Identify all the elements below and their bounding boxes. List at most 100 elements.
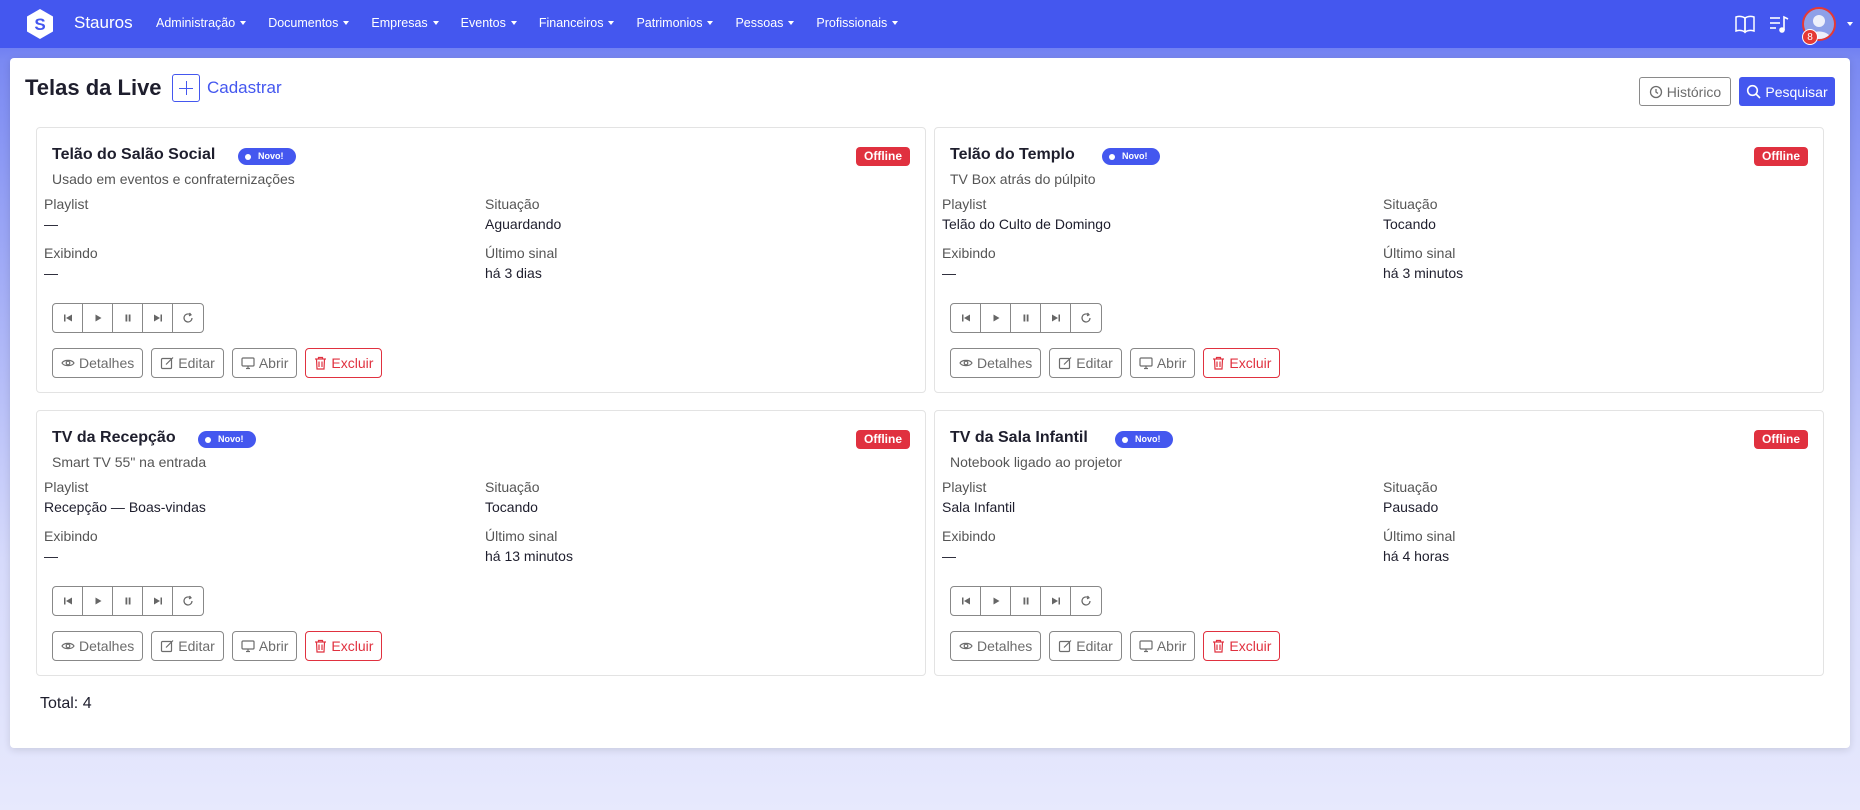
situacao-label: Situação	[485, 196, 540, 212]
situacao-label: Situação	[1383, 479, 1438, 495]
caret-down-icon	[432, 21, 439, 25]
screen-title: Telão do Templo	[950, 146, 1075, 163]
play-button[interactable]	[83, 587, 113, 615]
refresh-icon	[1081, 595, 1091, 606]
edit-button[interactable]: Editar	[151, 348, 224, 378]
refresh-button[interactable]	[173, 304, 203, 332]
delete-button[interactable]: Excluir	[1203, 348, 1281, 378]
monitor-icon	[241, 357, 255, 370]
details-button[interactable]: Detalhes	[950, 631, 1042, 661]
clock-icon	[1649, 85, 1662, 98]
refresh-button[interactable]	[1071, 587, 1101, 615]
open-button[interactable]: Abrir	[231, 631, 298, 661]
edit-icon	[1059, 640, 1072, 653]
history-button[interactable]: Histórico	[1639, 77, 1731, 106]
status-badge: Offline	[1754, 147, 1808, 166]
menu-label: Financeiros	[538, 16, 604, 30]
edit-label: Editar	[1076, 355, 1113, 371]
search-label: Pesquisar	[1765, 83, 1828, 100]
skip-forward-icon	[153, 314, 162, 322]
playlist-label: Playlist	[44, 479, 89, 495]
screen-description: TV Box atrás do púlpito	[950, 171, 1096, 187]
edit-icon	[1059, 357, 1072, 370]
edit-button[interactable]: Editar	[151, 631, 224, 661]
skip-forward-button[interactable]	[143, 587, 173, 615]
playlist-label: Playlist	[44, 196, 89, 212]
skip-back-button[interactable]	[53, 587, 83, 615]
refresh-icon	[183, 312, 193, 323]
pause-icon	[1023, 597, 1028, 605]
exibindo-value: —	[942, 265, 956, 281]
delete-button[interactable]: Excluir	[305, 348, 383, 378]
open-label: Abrir	[1156, 355, 1187, 371]
caret-down-icon	[707, 21, 714, 25]
edit-label: Editar	[1076, 638, 1113, 654]
user-avatar-button[interactable]: 8	[1802, 7, 1836, 45]
search-button[interactable]: Pesquisar	[1739, 77, 1835, 106]
refresh-button[interactable]	[173, 587, 203, 615]
monitor-icon	[241, 640, 255, 653]
open-button[interactable]: Abrir	[1129, 631, 1196, 661]
new-badge: Novo!	[238, 148, 296, 165]
skip-back-button[interactable]	[951, 587, 981, 615]
pause-button[interactable]	[113, 304, 143, 332]
exibindo-value: —	[942, 548, 956, 564]
pause-button[interactable]	[113, 587, 143, 615]
open-button[interactable]: Abrir	[231, 348, 298, 378]
menu-label: Empresas	[371, 16, 428, 30]
skip-forward-button[interactable]	[1041, 304, 1071, 332]
menu-administracao[interactable]: Administração	[156, 16, 247, 30]
details-button[interactable]: Detalhes	[52, 631, 144, 661]
skip-forward-button[interactable]	[1041, 587, 1071, 615]
skip-back-button[interactable]	[53, 304, 83, 332]
edit-button[interactable]: Editar	[1049, 348, 1122, 378]
brand-name[interactable]: Stauros	[74, 13, 133, 33]
menu-eventos[interactable]: Eventos	[461, 16, 517, 30]
menu-patrimonios[interactable]: Patrimonios	[636, 16, 714, 30]
delete-button[interactable]: Excluir	[305, 631, 383, 661]
pause-button[interactable]	[1011, 587, 1041, 615]
menu-pessoas[interactable]: Pessoas	[735, 16, 795, 30]
ultimo-sinal-label: Último sinal	[485, 245, 558, 261]
screen-description: Usado em eventos e confraternizações	[52, 171, 295, 187]
new-badge: Novo!	[198, 431, 256, 448]
new-badge: Novo!	[1102, 148, 1160, 165]
menu-label: Profissionais	[816, 16, 888, 30]
pause-button[interactable]	[1011, 304, 1041, 332]
skip-back-button[interactable]	[951, 304, 981, 332]
skip-forward-button[interactable]	[143, 304, 173, 332]
menu-empresas[interactable]: Empresas	[371, 16, 439, 30]
screen-description: Notebook ligado ao projetor	[950, 454, 1123, 470]
skip-back-icon	[961, 314, 970, 322]
refresh-button[interactable]	[1071, 304, 1101, 332]
delete-label: Excluir	[331, 355, 374, 371]
pause-icon	[125, 314, 130, 322]
book-icon[interactable]	[1734, 13, 1756, 35]
details-button[interactable]: Detalhes	[52, 348, 144, 378]
menu-documentos[interactable]: Documentos	[268, 16, 350, 30]
exibindo-label: Exibindo	[942, 245, 996, 261]
caret-down-icon	[343, 21, 350, 25]
play-button[interactable]	[981, 587, 1011, 615]
caret-down-icon[interactable]	[1847, 22, 1853, 26]
create-button[interactable]: Cadastrar	[172, 74, 282, 102]
edit-button[interactable]: Editar	[1049, 631, 1122, 661]
logo-icon[interactable]: S	[24, 8, 56, 40]
eye-icon	[61, 642, 75, 650]
card-actions: Detalhes Editar Abrir Excluir	[950, 631, 1288, 661]
trash-icon	[315, 356, 327, 370]
play-button[interactable]	[981, 304, 1011, 332]
new-badge: Novo!	[1115, 431, 1173, 448]
menu-financeiros[interactable]: Financeiros	[539, 16, 615, 30]
pause-icon	[125, 597, 130, 605]
open-button[interactable]: Abrir	[1129, 348, 1196, 378]
caret-down-icon	[510, 21, 517, 25]
playlist-icon[interactable]	[1768, 13, 1790, 35]
play-button[interactable]	[83, 304, 113, 332]
menu-profissionais[interactable]: Profissionais	[816, 16, 899, 30]
details-button[interactable]: Detalhes	[950, 348, 1042, 378]
status-badge: Offline	[856, 430, 910, 449]
delete-button[interactable]: Excluir	[1203, 631, 1281, 661]
eye-icon	[959, 642, 973, 650]
edit-label: Editar	[178, 638, 215, 654]
